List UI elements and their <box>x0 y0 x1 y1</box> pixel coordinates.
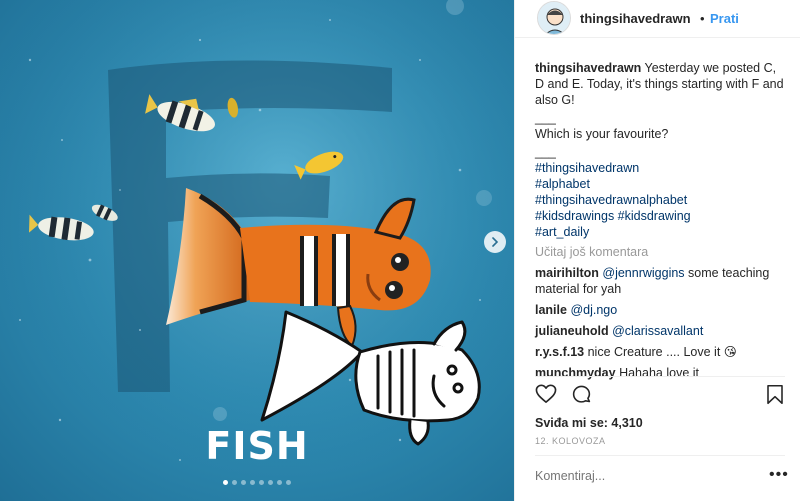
comment-text: Hahaha love it <box>619 366 699 380</box>
caption-question: Which is your favourite? <box>535 127 669 141</box>
comment-username[interactable]: lanile <box>535 303 567 317</box>
divider <box>535 376 785 377</box>
header-separator: • <box>700 11 705 26</box>
caption-rule: ___ <box>535 145 556 159</box>
caption-username[interactable]: thingsihavedrawn <box>535 61 641 75</box>
comment-username[interactable]: mairihilton <box>535 266 599 280</box>
comment-mention[interactable]: @dj.ngo <box>570 303 617 317</box>
carousel-dot <box>241 480 246 485</box>
carousel-dot <box>268 480 273 485</box>
comment: r.y.s.f.13 nice Creature .... Love it 😘 <box>535 344 785 360</box>
like-count[interactable]: Sviđa mi se: 4,310 <box>535 416 643 430</box>
header-username[interactable]: thingsihavedrawn <box>580 11 691 26</box>
comment-mention[interactable]: @jennrwiggins <box>602 266 684 280</box>
caption-rule: ___ <box>535 111 556 125</box>
hashtag[interactable]: #art_daily <box>535 224 785 240</box>
more-options-button[interactable]: ••• <box>769 466 789 484</box>
comment: munchmyday Hahaha love it <box>535 365 785 381</box>
post-header: thingsihavedrawn • Prati <box>515 0 800 38</box>
avatar[interactable] <box>537 1 571 35</box>
carousel-indicator <box>0 480 514 485</box>
comment-text: nice Creature .... Love it 😘 <box>587 345 737 359</box>
avatar-illustration <box>538 2 570 34</box>
add-comment-input[interactable] <box>535 469 765 483</box>
post-details-panel: thingsihavedrawn • Prati thingsihavedraw… <box>514 0 800 501</box>
hashtag[interactable]: #kidsdrawings #kidsdrawing <box>535 208 785 224</box>
load-more-comments-button[interactable]: Učitaj još komentara <box>535 244 785 260</box>
comments-list: thingsihavedrawn Yesterday we posted C, … <box>535 60 785 381</box>
caption: thingsihavedrawn Yesterday we posted C, … <box>535 60 785 108</box>
action-bar <box>535 384 787 410</box>
comment: julianeuhold @clarissavallant <box>535 323 785 339</box>
carousel-dot <box>232 480 237 485</box>
comment: lanile @dj.ngo <box>535 302 785 318</box>
hashtag[interactable]: #alphabet <box>535 176 785 192</box>
comment: mairihilton @jennrwiggins some teaching … <box>535 265 785 297</box>
carousel-dot <box>277 480 282 485</box>
comment-mention[interactable]: @clarissavallant <box>612 324 703 338</box>
comment-icon[interactable] <box>571 384 592 405</box>
carousel-dot <box>259 480 264 485</box>
hashtag[interactable]: #thingsihavedrawn <box>535 160 785 176</box>
comment-username[interactable]: munchmyday <box>535 366 616 380</box>
chevron-right-icon <box>492 237 499 247</box>
post-date: 12. KOLOVOZA <box>535 436 606 446</box>
slide-caption: FISH <box>205 424 309 468</box>
bookmark-icon[interactable] <box>766 384 784 405</box>
post-image[interactable]: FISH <box>0 0 514 501</box>
comment-username[interactable]: r.y.s.f.13 <box>535 345 584 359</box>
heart-icon[interactable] <box>535 384 557 404</box>
comment-username[interactable]: julianeuhold <box>535 324 609 338</box>
carousel-next-button[interactable] <box>484 231 506 253</box>
divider <box>535 455 785 456</box>
carousel-dot <box>286 480 291 485</box>
hashtag[interactable]: #thingsihavedrawnalphabet <box>535 192 785 208</box>
follow-button[interactable]: Prati <box>710 11 739 26</box>
carousel-dot <box>223 480 228 485</box>
carousel-dot <box>250 480 255 485</box>
